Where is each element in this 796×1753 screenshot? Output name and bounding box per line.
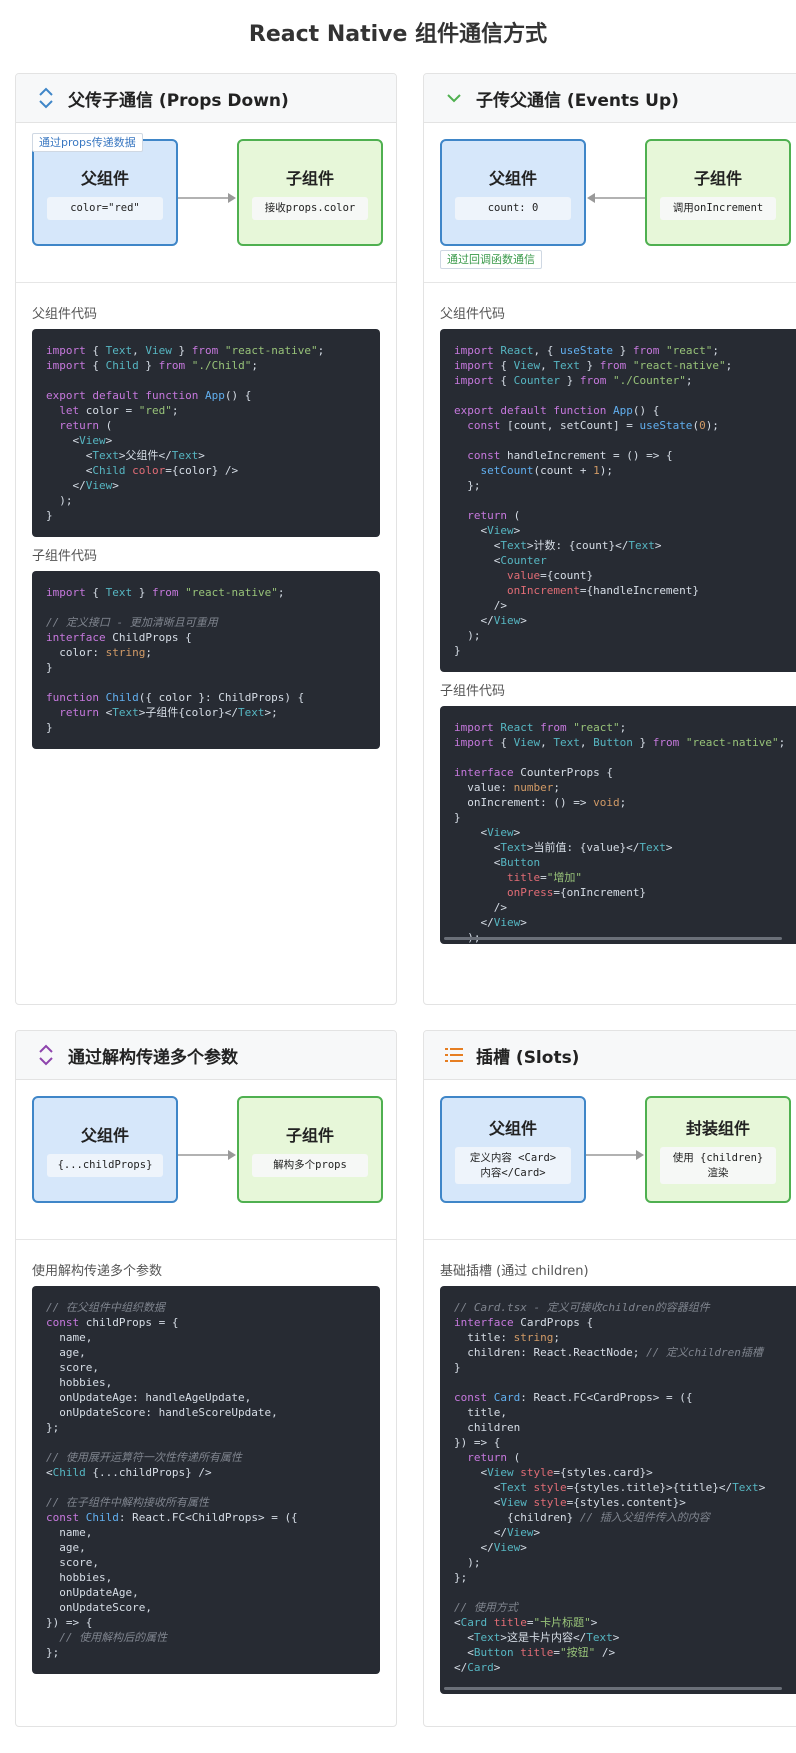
section-label: 父组件代码 — [440, 307, 506, 322]
page-title: React Native 组件通信方式 — [248, 22, 548, 47]
arrow-right-icon — [178, 1150, 236, 1160]
card-title: 父传子通信 (Props Down) — [68, 90, 289, 111]
card-header[interactable]: 通过解构传递多个参数 — [16, 1031, 396, 1080]
chevron-down-icon — [442, 86, 466, 110]
flow-diagram: 父组件 color="red" 通过props传递数据 子组件 接收props.… — [16, 123, 396, 283]
parent-node-sub: count: 0 — [455, 197, 571, 220]
card-props-down: 父传子通信 (Props Down) 父组件 color="red" 通过pro… — [15, 73, 397, 1005]
section-label: 父组件代码 — [32, 307, 98, 322]
parent-node-sub: {...childProps} — [47, 1154, 163, 1177]
parent-node: 父组件 count: 0 — [440, 139, 586, 246]
child-node-title: 子组件 — [285, 1126, 334, 1146]
parent-node-title: 父组件 — [80, 1126, 129, 1146]
code-block-child[interactable]: import React from "react"; import { View… — [440, 706, 796, 944]
parent-node-title: 父组件 — [80, 169, 129, 189]
child-node-title: 子组件 — [693, 169, 742, 189]
arrow-right-icon — [178, 193, 236, 203]
card-title: 插槽 (Slots) — [476, 1047, 580, 1068]
section-label: 基础插槽 (通过 children) — [440, 1264, 589, 1279]
parent-node: 父组件 定义内容 <Card>内容</Card> — [440, 1096, 586, 1203]
parent-node-title: 父组件 — [488, 1119, 537, 1139]
flow-diagram: 父组件 定义内容 <Card>内容</Card> 封装组件 使用 {childr… — [424, 1080, 796, 1240]
child-node-title: 封装组件 — [685, 1119, 750, 1139]
child-node: 子组件 接收props.color — [237, 139, 383, 246]
card-header[interactable]: 插槽 (Slots) — [424, 1031, 796, 1080]
child-node-sub: 接收props.color — [252, 197, 368, 220]
parent-node: 父组件 color="red" — [32, 139, 178, 246]
code-block-parent[interactable]: import { Text, View } from "react-native… — [32, 329, 380, 537]
arrow-right-icon — [586, 1150, 644, 1160]
card-header[interactable]: 子传父通信 (Events Up) — [424, 74, 796, 123]
card-title: 通过解构传递多个参数 — [68, 1047, 238, 1068]
child-node-sub: 解构多个props — [252, 1154, 368, 1177]
diagram-tag: 通过回调函数通信 — [440, 250, 542, 269]
card-slots: 插槽 (Slots) 父组件 定义内容 <Card>内容</Card> 封装组件… — [423, 1030, 796, 1727]
section-label: 子组件代码 — [32, 549, 98, 564]
parent-node-title: 父组件 — [488, 169, 537, 189]
list-icon — [442, 1043, 466, 1067]
horizontal-scrollbar[interactable] — [444, 1687, 782, 1690]
diagram-tag: 通过props传递数据 — [32, 133, 143, 152]
child-node: 子组件 解构多个props — [237, 1096, 383, 1203]
child-node: 封装组件 使用 {children} 渲染 — [645, 1096, 791, 1203]
card-events-up: 子传父通信 (Events Up) 父组件 count: 0 通过回调函数通信 … — [423, 73, 796, 1005]
child-node-sub: 使用 {children} 渲染 — [660, 1147, 776, 1184]
code-block-child[interactable]: import { Text } from "react-native"; // … — [32, 571, 380, 749]
section-label: 使用解构传递多个参数 — [32, 1264, 163, 1279]
chevron-updown-icon — [34, 1043, 58, 1067]
code-block-destructuring[interactable]: // 在父组件中组织数据 const childProps = { name, … — [32, 1286, 380, 1674]
card-destructuring: 通过解构传递多个参数 父组件 {...childProps} 子组件 解构多个p… — [15, 1030, 397, 1727]
flow-diagram: 父组件 count: 0 通过回调函数通信 子组件 调用onIncrement — [424, 123, 796, 283]
code-block-parent[interactable]: import React, { useState } from "react";… — [440, 329, 796, 672]
code-block-slots[interactable]: // Card.tsx - 定义可接收children的容器组件 interfa… — [440, 1286, 796, 1694]
child-node: 子组件 调用onIncrement — [645, 139, 791, 246]
horizontal-scrollbar[interactable] — [444, 937, 782, 940]
parent-node-sub: color="red" — [47, 197, 163, 220]
parent-node-sub: 定义内容 <Card>内容</Card> — [455, 1147, 571, 1184]
flow-diagram: 父组件 {...childProps} 子组件 解构多个props — [16, 1080, 396, 1240]
card-header[interactable]: 父传子通信 (Props Down) — [16, 74, 396, 123]
chevron-updown-icon — [34, 86, 58, 110]
arrow-left-icon — [587, 193, 645, 203]
child-node-sub: 调用onIncrement — [660, 197, 776, 220]
parent-node: 父组件 {...childProps} — [32, 1096, 178, 1203]
child-node-title: 子组件 — [285, 169, 334, 189]
card-title: 子传父通信 (Events Up) — [476, 90, 679, 111]
section-label: 子组件代码 — [440, 684, 506, 699]
